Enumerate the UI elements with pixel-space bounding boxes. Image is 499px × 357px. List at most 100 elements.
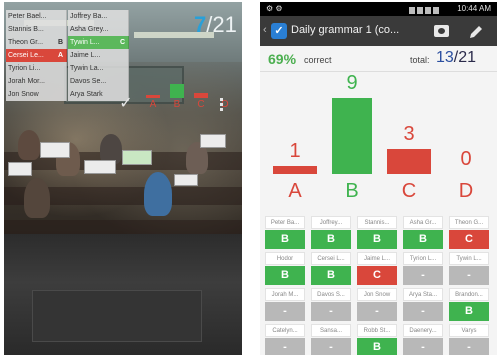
- answer-distribution-chart: 1 A 9 B 3 C 0 D: [260, 72, 497, 214]
- chart-category-c: C: [401, 180, 417, 202]
- student-answer-badge: B: [311, 266, 351, 285]
- student-answer-badge: -: [265, 302, 305, 321]
- student-name: Jaime L...: [357, 252, 397, 265]
- mini-bar-label: A: [149, 99, 157, 110]
- scan-student-name: Cersei Le... A: [6, 49, 67, 62]
- kebab-menu-icon[interactable]: [214, 96, 228, 114]
- screenshot-root: Peter Bael... Joffrey Ba... Stannis B... As…: [0, 0, 499, 357]
- student-name: Joffrey...: [311, 216, 351, 229]
- chart-count-d: 0: [460, 148, 472, 170]
- student-answer-badge: -: [449, 266, 489, 285]
- student-cell[interactable]: Joffrey... B: [311, 216, 351, 251]
- results-screen: ⚙ ⚙ 10:44 AM ‹ ✓ Daily grammar 1 (co... …: [260, 2, 497, 355]
- student-cell[interactable]: Daenery... -: [403, 324, 443, 355]
- student-cell[interactable]: Tyrion L... -: [403, 252, 443, 287]
- student-cell[interactable]: Catelyn... -: [265, 324, 305, 355]
- student-name: Theon G...: [449, 216, 489, 229]
- student-answer-badge: B: [357, 338, 397, 355]
- total-value: 13/21: [436, 49, 477, 66]
- student-cell[interactable]: Sansa... -: [311, 324, 351, 355]
- status-icons: [409, 5, 449, 14]
- answer-card: [40, 142, 70, 158]
- student-cell[interactable]: Asha Gr... B: [403, 216, 443, 251]
- student-cell[interactable]: Peter Ba... B: [265, 216, 305, 251]
- app-icon[interactable]: ✓: [271, 23, 287, 39]
- student-cell[interactable]: Jaime L... C: [357, 252, 397, 287]
- student-name: Hodor: [265, 252, 305, 265]
- status-bar: ⚙ ⚙ 10:44 AM: [260, 2, 497, 16]
- scan-student-name: Joffrey Ba...: [68, 10, 129, 23]
- scan-student-answer: B: [57, 39, 63, 46]
- student-answer-badge: B: [403, 230, 443, 249]
- scan-student-label: Davos Se...: [70, 78, 107, 85]
- student-name: Daenery...: [403, 324, 443, 337]
- student-cell[interactable]: Hodor B: [265, 252, 305, 287]
- laptop-touchpad: [32, 290, 202, 342]
- scan-student-name: Tywin La...: [68, 62, 129, 75]
- student-cell[interactable]: Robb St... B: [357, 324, 397, 355]
- scan-student-name: Tywin L... C: [68, 36, 129, 49]
- student-name: Davos S...: [311, 288, 351, 301]
- camera-icon[interactable]: [434, 25, 449, 37]
- student-cell[interactable]: Jon Snow -: [357, 288, 397, 323]
- student-answer-badge: -: [449, 338, 489, 355]
- percent-correct: 69%: [268, 51, 297, 67]
- student-answer-badge: B: [357, 230, 397, 249]
- chart-count-a: 1: [289, 139, 301, 162]
- back-icon[interactable]: ‹: [263, 24, 267, 36]
- student-cell[interactable]: Tywin L... -: [449, 252, 489, 287]
- student-figure: [18, 130, 40, 160]
- scan-student-name: Theon Gr... B: [6, 36, 67, 49]
- student-name: Jorah M...: [265, 288, 305, 301]
- scan-student-label: Jorah Mor...: [8, 78, 45, 85]
- scan-student-answer: C: [119, 39, 125, 46]
- student-answer-badge: C: [357, 266, 397, 285]
- student-name: Jon Snow: [357, 288, 397, 301]
- chart-bar-a: [273, 165, 317, 174]
- scan-student-name: Davos Se...: [68, 75, 129, 88]
- scan-student-label: Peter Bael...: [8, 13, 47, 20]
- student-cell[interactable]: Arya Sta... -: [403, 288, 443, 323]
- scan-student-name: Asha Grey...: [68, 23, 129, 36]
- answer-card: [8, 162, 32, 176]
- chart-count-c: 3: [403, 122, 415, 145]
- student-name: Arya Sta...: [403, 288, 443, 301]
- scan-student-name: Jorah Mor...: [6, 75, 67, 88]
- mini-bar: [170, 84, 184, 98]
- student-answer-badge: -: [403, 338, 443, 355]
- mini-bar: [194, 93, 208, 98]
- answer-card: [84, 160, 116, 174]
- student-name: Tyrion L...: [403, 252, 443, 265]
- scan-student-label: Theon Gr...: [8, 39, 44, 46]
- scan-student-label: Tywin L...: [70, 39, 100, 46]
- student-answer-badge: -: [311, 338, 351, 355]
- scan-student-name: Jon Snow: [6, 88, 67, 101]
- scan-student-label: Jon Snow: [8, 91, 39, 98]
- student-cell[interactable]: Stannis... B: [357, 216, 397, 251]
- chart-category-b: B: [345, 180, 359, 202]
- check-icon[interactable]: ✓: [116, 94, 136, 114]
- scan-student-label: Arya Stark: [70, 91, 103, 98]
- student-cell[interactable]: Varys -: [449, 324, 489, 355]
- student-answer-badge: B: [265, 266, 305, 285]
- student-figure: [144, 172, 172, 216]
- student-cell[interactable]: Cersei L... B: [311, 252, 351, 287]
- student-name: Catelyn...: [265, 324, 305, 337]
- scan-student-name: Jaime L...: [68, 49, 129, 62]
- student-cell[interactable]: Brandon... B: [449, 288, 489, 323]
- student-name: Peter Ba...: [265, 216, 305, 229]
- student-name: Brandon...: [449, 288, 489, 301]
- student-cell[interactable]: Jorah M... -: [265, 288, 305, 323]
- student-cell[interactable]: Davos S... -: [311, 288, 351, 323]
- status-notification-icons: ⚙ ⚙: [266, 4, 283, 13]
- scan-student-name: Stannis B...: [6, 23, 67, 36]
- action-bar: ‹ ✓ Daily grammar 1 (co...: [260, 16, 497, 46]
- chart-category-d: D: [458, 180, 474, 202]
- percent-label: correct: [304, 55, 332, 65]
- scan-student-name: Peter Bael...: [6, 10, 67, 23]
- pencil-icon[interactable]: [468, 24, 484, 40]
- student-answer-badge: B: [311, 230, 351, 249]
- student-name: Robb St...: [357, 324, 397, 337]
- student-cell[interactable]: Theon G... C: [449, 216, 489, 251]
- student-answer-badge: -: [403, 266, 443, 285]
